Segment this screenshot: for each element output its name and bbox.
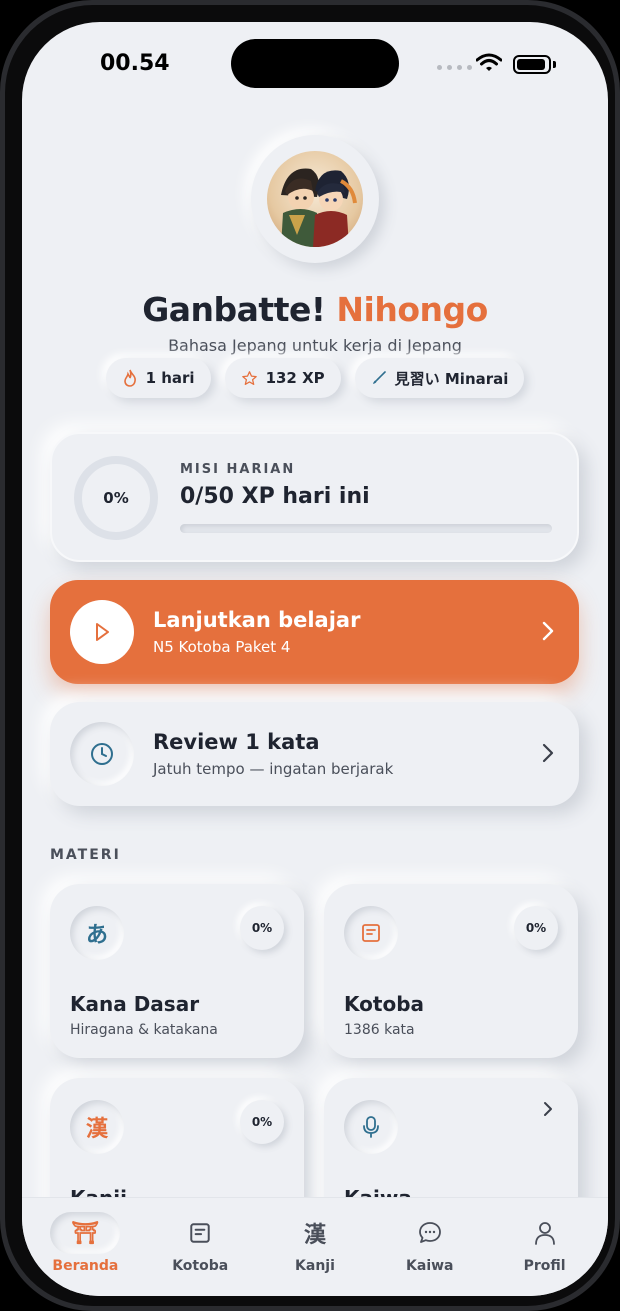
tile-percent: 0%: [240, 1100, 284, 1144]
kanji-icon: 漢: [70, 1100, 124, 1154]
xp-label: 132 XP: [265, 369, 325, 387]
page-subtitle: Bahasa Jepang untuk kerja di Jepang: [168, 336, 462, 355]
continue-subtitle: N5 Kotoba Paket 4: [153, 638, 291, 656]
hiragana-icon: あ: [70, 906, 124, 960]
streak-label: 1 hari: [145, 369, 195, 387]
brush-icon: [372, 371, 386, 384]
home-scroll-area[interactable]: Ganbatte! Nihongo Bahasa Jepang untuk ke…: [22, 22, 608, 1197]
status-time: 00.54: [100, 51, 170, 76]
daily-mission-card[interactable]: 0% MISI HARIAN 0/50 XP hari ini: [50, 432, 579, 562]
tile-percent: 0%: [240, 906, 284, 950]
tile-subtitle: 1386 kata: [344, 1022, 415, 1038]
torii-icon: ⛩: [50, 1212, 121, 1254]
tile-percent: 0%: [514, 906, 558, 950]
title-main: Ganbatte!: [142, 290, 326, 329]
xp-chip[interactable]: 132 XP: [224, 358, 341, 398]
clock-icon: [91, 743, 113, 765]
tile-title: Kanji: [70, 1186, 127, 1197]
nav-label: Kaiwa: [406, 1258, 454, 1274]
signal-icon: [437, 65, 472, 70]
avatar: [267, 151, 363, 247]
streak-chip[interactable]: 1 hari: [105, 358, 211, 398]
mission-percent: 0%: [103, 489, 129, 507]
microphone-icon: [363, 1116, 379, 1138]
nav-label: Kanji: [295, 1258, 335, 1274]
nav-item-profil[interactable]: Profil: [495, 1198, 595, 1296]
review-title: Review 1 kata: [153, 730, 320, 754]
tile-icon-badge: [344, 1100, 398, 1154]
nav-icon-wrap: [510, 1212, 580, 1254]
chat-bubble-icon: [418, 1222, 441, 1243]
review-subtitle: Jatuh tempo — ingatan berjarak: [153, 760, 394, 778]
tile-kana-dasar[interactable]: あ 0% Kana Dasar Hiragana & katakana: [50, 884, 304, 1058]
page-title: Ganbatte! Nihongo: [22, 290, 608, 329]
dynamic-island: [231, 39, 399, 88]
play-icon: [96, 623, 109, 641]
mission-value: 0/50 XP hari ini: [180, 484, 370, 509]
tile-title: Kaiwa: [344, 1186, 412, 1197]
bottom-nav: ⛩ Beranda Kotoba 漢 Kanji Kaiwa Profil: [22, 1197, 608, 1296]
nav-icon-wrap: [395, 1212, 465, 1254]
rank-label: 見習い Minarai: [394, 369, 509, 388]
tile-kanji[interactable]: 漢 0% Kanji: [50, 1078, 304, 1197]
user-icon: [534, 1222, 555, 1245]
nav-icon-wrap: [165, 1212, 235, 1254]
tile-kotoba[interactable]: 0% Kotoba 1386 kata: [324, 884, 578, 1058]
continue-title: Lanjutkan belajar: [153, 608, 361, 632]
nav-label: Beranda: [52, 1258, 119, 1274]
title-accent: Nihongo: [336, 290, 488, 329]
kanji-icon: 漢: [303, 1223, 326, 1248]
play-button: [70, 600, 134, 664]
materi-section-label: MATERI: [50, 847, 121, 863]
clock-badge: [70, 722, 134, 786]
rank-chip[interactable]: 見習い Minarai: [354, 358, 525, 398]
phone-bezel: Ganbatte! Nihongo Bahasa Jepang untuk ke…: [5, 5, 615, 1306]
tile-kaiwa[interactable]: Kaiwa: [324, 1078, 578, 1197]
tile-subtitle: Hiragana & katakana: [70, 1022, 218, 1038]
nav-item-kotoba[interactable]: Kotoba: [150, 1198, 250, 1296]
star-icon: [241, 370, 257, 385]
wifi-icon: [476, 53, 502, 71]
battery-cap: [553, 61, 556, 68]
battery-icon: [513, 55, 551, 74]
nav-label: Kotoba: [172, 1258, 229, 1274]
nav-item-beranda[interactable]: ⛩ Beranda: [35, 1198, 135, 1296]
chevron-right-icon: [542, 621, 554, 641]
nav-item-kanji[interactable]: 漢 Kanji: [265, 1198, 365, 1296]
flashcard-icon: [190, 1223, 210, 1243]
mission-progress-bar: [180, 524, 552, 533]
chevron-right-icon: [542, 743, 554, 763]
review-card[interactable]: Review 1 kata Jatuh tempo — ingatan berj…: [50, 702, 579, 806]
anime-characters-avatar-icon: [281, 168, 357, 247]
mission-label: MISI HARIAN: [180, 462, 296, 477]
continue-learning-button[interactable]: Lanjutkan belajar N5 Kotoba Paket 4: [50, 580, 579, 684]
tile-title: Kotoba: [344, 992, 424, 1016]
stats-row: 1 hari 132 XP 見習い Minarai: [22, 358, 608, 398]
flashcard-icon: [362, 924, 380, 942]
nav-label: Profil: [523, 1258, 566, 1274]
phone-frame: Ganbatte! Nihongo Bahasa Jepang untuk ke…: [0, 0, 620, 1311]
flame-icon: [123, 369, 136, 387]
nav-item-kaiwa[interactable]: Kaiwa: [380, 1198, 480, 1296]
avatar-frame: [251, 135, 379, 263]
tile-title: Kana Dasar: [70, 992, 200, 1016]
tile-icon-badge: [344, 906, 398, 960]
app-screen: Ganbatte! Nihongo Bahasa Jepang untuk ke…: [22, 22, 608, 1296]
chevron-right-icon: [544, 1102, 552, 1116]
mission-progress-ring: 0%: [74, 456, 158, 540]
